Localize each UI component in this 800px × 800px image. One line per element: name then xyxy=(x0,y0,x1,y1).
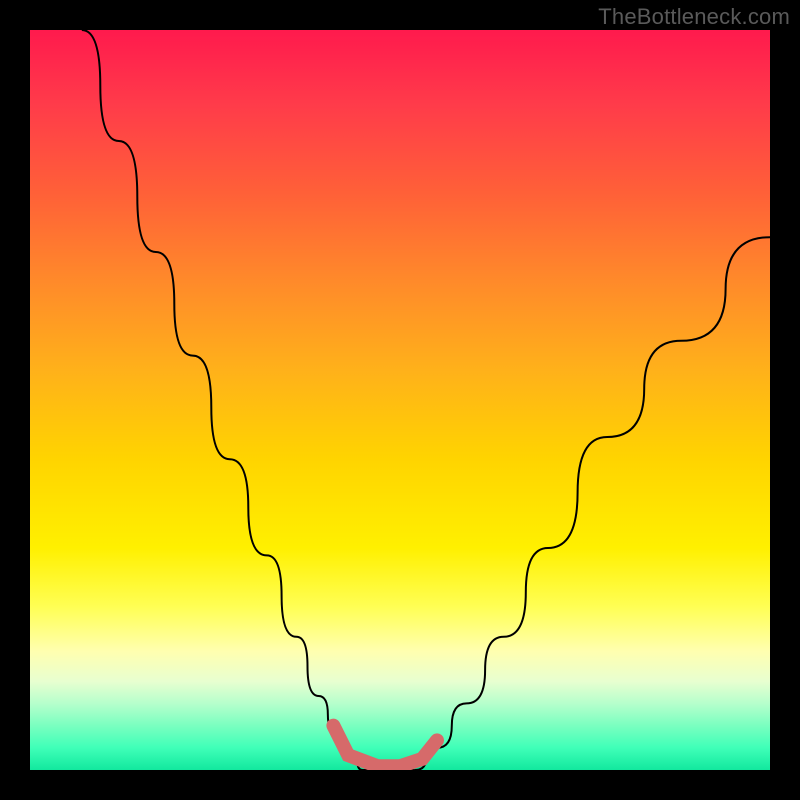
watermark-text: TheBottleneck.com xyxy=(598,4,790,30)
left-curve-path xyxy=(82,30,363,770)
chart-svg xyxy=(30,30,770,770)
highlight-markers xyxy=(333,726,437,767)
right-curve-path xyxy=(415,237,770,770)
plot-area xyxy=(30,30,770,770)
chart-frame: TheBottleneck.com xyxy=(0,0,800,800)
